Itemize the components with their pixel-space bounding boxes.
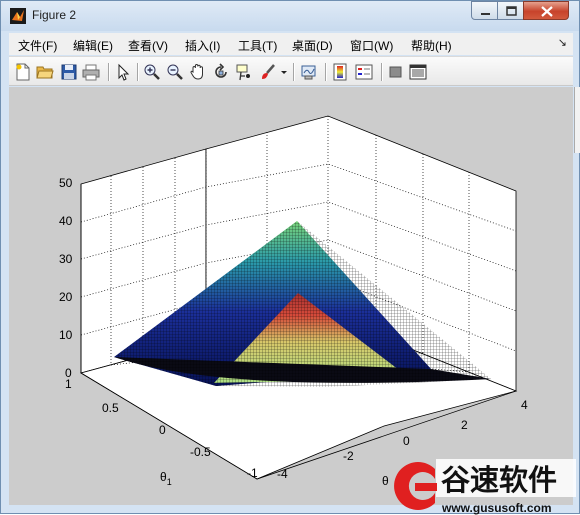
x-tick-label: 2 [461, 418, 468, 432]
surface-plot-3d[interactable]: 50 40 30 20 10 0 1 0.5 0 -0.5 -1 -4 -2 0… [1, 1, 580, 515]
figure-window: Figure 2 文件(F) 编辑(E) 查看(V) 插入(I) 工具(T) 桌… [0, 0, 580, 515]
watermark-url: www.gususoft.com [441, 501, 552, 515]
x-tick-label: 4 [521, 398, 528, 412]
y-axis-label: θ1 [160, 470, 172, 487]
z-tick-label: 20 [59, 290, 73, 304]
y-tick-label: -1 [247, 466, 258, 480]
y-tick-label: 1 [65, 377, 72, 391]
x-tick-label: -4 [277, 467, 288, 481]
z-tick-label: 10 [59, 328, 73, 342]
y-tick-label: 0.5 [102, 401, 119, 415]
y-tick-label: -0.5 [190, 445, 211, 459]
watermark-logo: 谷速软件 www.gususoft.com [394, 459, 576, 515]
z-tick-label: 30 [59, 252, 73, 266]
z-tick-label: 50 [59, 176, 73, 190]
watermark-name: 谷速软件 [441, 463, 557, 497]
x-tick-label: 0 [403, 434, 410, 448]
z-tick-label: 40 [59, 214, 73, 228]
x-tick-label: -2 [343, 449, 354, 463]
y-tick-label: 0 [159, 423, 166, 437]
